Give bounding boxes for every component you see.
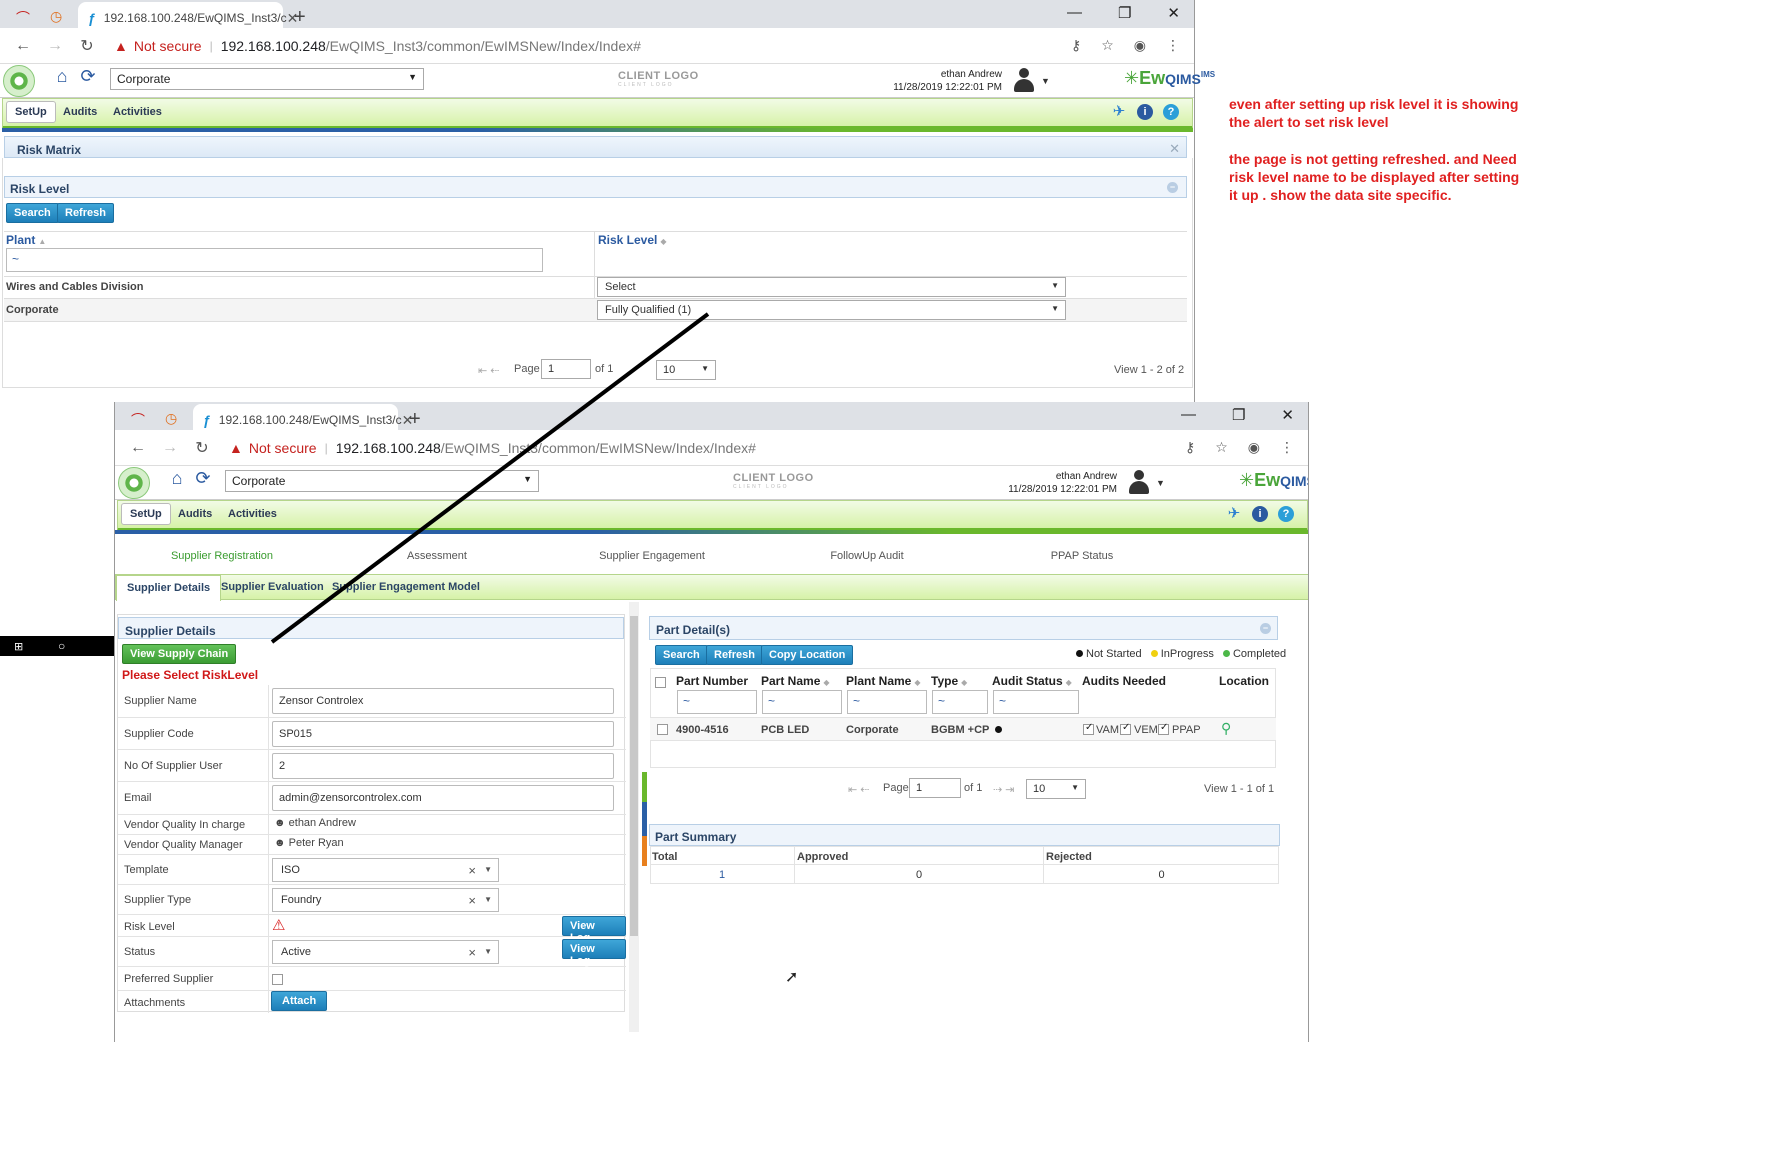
annotation-line xyxy=(270,312,710,644)
annotation-arrow xyxy=(270,312,710,644)
